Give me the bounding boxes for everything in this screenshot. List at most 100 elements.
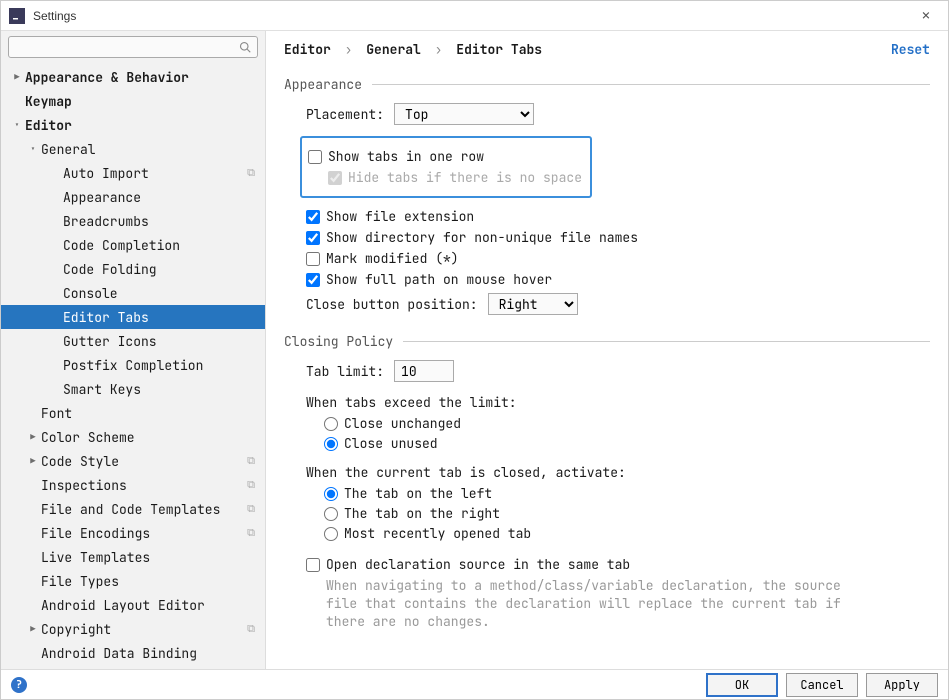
copy-icon: ⧉ — [247, 166, 255, 180]
placement-label: Placement: — [306, 106, 384, 123]
tree-item-gutter-icons[interactable]: Gutter Icons — [1, 329, 265, 353]
close-unused-label: Close unused — [344, 435, 438, 452]
show-file-ext-row: Show file extension — [306, 208, 930, 225]
show-file-ext-label: Show file extension — [326, 208, 474, 225]
show-dir-nonunique-row: Show directory for non-unique file names — [306, 229, 930, 246]
tree-item-code-folding[interactable]: Code Folding — [1, 257, 265, 281]
close-unused-row: Close unused — [324, 435, 930, 452]
open-decl-same-tab-label: Open declaration source in the same tab — [326, 556, 630, 573]
content: Editor › General › Editor Tabs Reset App… — [266, 31, 948, 671]
tree-item-android-data-binding[interactable]: Android Data Binding — [1, 641, 265, 665]
sidebar: ▶Appearance & Behavior Keymap ▾Editor ▾G… — [1, 31, 266, 671]
tree-item-color-scheme[interactable]: ▶Color Scheme — [1, 425, 265, 449]
tree-item-smart-keys[interactable]: Smart Keys — [1, 377, 265, 401]
search-input[interactable] — [8, 36, 258, 58]
show-full-path-checkbox[interactable] — [306, 273, 320, 287]
show-file-ext-checkbox[interactable] — [306, 210, 320, 224]
breadcrumb: Editor › General › Editor Tabs — [284, 41, 891, 58]
tree-item-file-types[interactable]: File Types — [1, 569, 265, 593]
tree-item-live-templates[interactable]: Live Templates — [1, 545, 265, 569]
activate-recent-radio[interactable] — [324, 527, 338, 541]
close-button-position-label: Close button position: — [306, 296, 478, 313]
tree-item-postfix-completion[interactable]: Postfix Completion — [1, 353, 265, 377]
footer: ? OK Cancel Apply — [1, 669, 948, 699]
hide-tabs-no-space-checkbox — [328, 171, 342, 185]
tab-limit-label: Tab limit: — [306, 363, 384, 380]
exceed-limit-label: When tabs exceed the limit: — [306, 394, 930, 411]
highlighted-settings: Show tabs in one row Hide tabs if there … — [300, 136, 592, 198]
chevron-right-icon: ▶ — [11, 71, 23, 83]
copy-icon: ⧉ — [247, 526, 255, 540]
close-unchanged-label: Close unchanged — [344, 415, 461, 432]
close-unused-radio[interactable] — [324, 437, 338, 451]
activate-right-label: The tab on the right — [344, 505, 500, 522]
tree-item-android-layout-editor[interactable]: Android Layout Editor — [1, 593, 265, 617]
activate-left-radio[interactable] — [324, 487, 338, 501]
tree-item-inspections[interactable]: Inspections⧉ — [1, 473, 265, 497]
activate-right-row: The tab on the right — [324, 505, 930, 522]
tree-item-code-style[interactable]: ▶Code Style⧉ — [1, 449, 265, 473]
chevron-right-icon: ▶ — [27, 623, 39, 635]
ok-button[interactable]: OK — [706, 673, 778, 697]
section-closing-policy: Closing Policy — [284, 333, 930, 350]
show-tabs-one-row-label: Show tabs in one row — [328, 148, 484, 165]
mark-modified-row: Mark modified (*) — [306, 250, 930, 267]
cancel-button[interactable]: Cancel — [786, 673, 858, 697]
tab-limit-row: Tab limit: — [306, 360, 930, 382]
close-button-position-select[interactable]: Right — [488, 293, 578, 315]
tree-item-copyright[interactable]: ▶Copyright⧉ — [1, 617, 265, 641]
tree-item-breadcrumbs[interactable]: Breadcrumbs — [1, 209, 265, 233]
close-icon[interactable]: ✕ — [912, 7, 940, 25]
reset-link[interactable]: Reset — [891, 41, 930, 58]
app-icon — [9, 8, 25, 24]
placement-row: Placement: Top — [306, 103, 930, 125]
open-decl-same-tab-row: Open declaration source in the same tab — [306, 556, 930, 573]
open-decl-same-tab-checkbox[interactable] — [306, 558, 320, 572]
show-full-path-label: Show full path on mouse hover — [326, 271, 552, 288]
mark-modified-checkbox[interactable] — [306, 252, 320, 266]
chevron-down-icon: ▾ — [27, 143, 39, 155]
content-body: Appearance Placement: Top Show tabs in o… — [266, 66, 948, 671]
window-title: Settings — [33, 9, 912, 23]
activate-right-radio[interactable] — [324, 507, 338, 521]
tree-item-file-code-templates[interactable]: File and Code Templates⧉ — [1, 497, 265, 521]
placement-select[interactable]: Top — [394, 103, 534, 125]
chevron-right-icon: ▶ — [27, 455, 39, 467]
chevron-right-icon: ▶ — [27, 431, 39, 443]
help-icon[interactable]: ? — [11, 677, 27, 693]
show-tabs-one-row-row: Show tabs in one row — [308, 148, 582, 165]
show-tabs-one-row-checkbox[interactable] — [308, 150, 322, 164]
section-appearance: Appearance — [284, 76, 930, 93]
tree-item-general[interactable]: ▾General — [1, 137, 265, 161]
tree-item-editor-tabs[interactable]: Editor Tabs — [1, 305, 265, 329]
tree-item-console[interactable]: Console — [1, 281, 265, 305]
hide-tabs-no-space-label: Hide tabs if there is no space — [348, 169, 582, 186]
search-icon — [239, 41, 251, 57]
activate-recent-row: Most recently opened tab — [324, 525, 930, 542]
main: ▶Appearance & Behavior Keymap ▾Editor ▾G… — [1, 31, 948, 671]
show-dir-nonunique-checkbox[interactable] — [306, 231, 320, 245]
content-header: Editor › General › Editor Tabs Reset — [266, 31, 948, 66]
show-full-path-row: Show full path on mouse hover — [306, 271, 930, 288]
tab-limit-input[interactable] — [394, 360, 454, 382]
open-decl-description: When navigating to a method/class/variab… — [326, 577, 846, 632]
activate-left-label: The tab on the left — [344, 485, 492, 502]
titlebar: Settings ✕ — [1, 1, 948, 31]
close-unchanged-radio[interactable] — [324, 417, 338, 431]
hide-tabs-no-space-row: Hide tabs if there is no space — [328, 169, 582, 186]
copy-icon: ⧉ — [247, 454, 255, 468]
tree-item-editor[interactable]: ▾Editor — [1, 113, 265, 137]
search-wrap — [1, 31, 265, 63]
tree-item-file-encodings[interactable]: File Encodings⧉ — [1, 521, 265, 545]
settings-tree: ▶Appearance & Behavior Keymap ▾Editor ▾G… — [1, 63, 265, 671]
apply-button[interactable]: Apply — [866, 673, 938, 697]
tree-item-code-completion[interactable]: Code Completion — [1, 233, 265, 257]
chevron-right-icon: › — [435, 41, 443, 58]
mark-modified-label: Mark modified (*) — [326, 250, 459, 267]
tree-item-keymap[interactable]: Keymap — [1, 89, 265, 113]
copy-icon: ⧉ — [247, 502, 255, 516]
tree-item-font[interactable]: Font — [1, 401, 265, 425]
tree-item-appearance[interactable]: Appearance — [1, 185, 265, 209]
tree-item-appearance-behavior[interactable]: ▶Appearance & Behavior — [1, 65, 265, 89]
tree-item-auto-import[interactable]: Auto Import⧉ — [1, 161, 265, 185]
